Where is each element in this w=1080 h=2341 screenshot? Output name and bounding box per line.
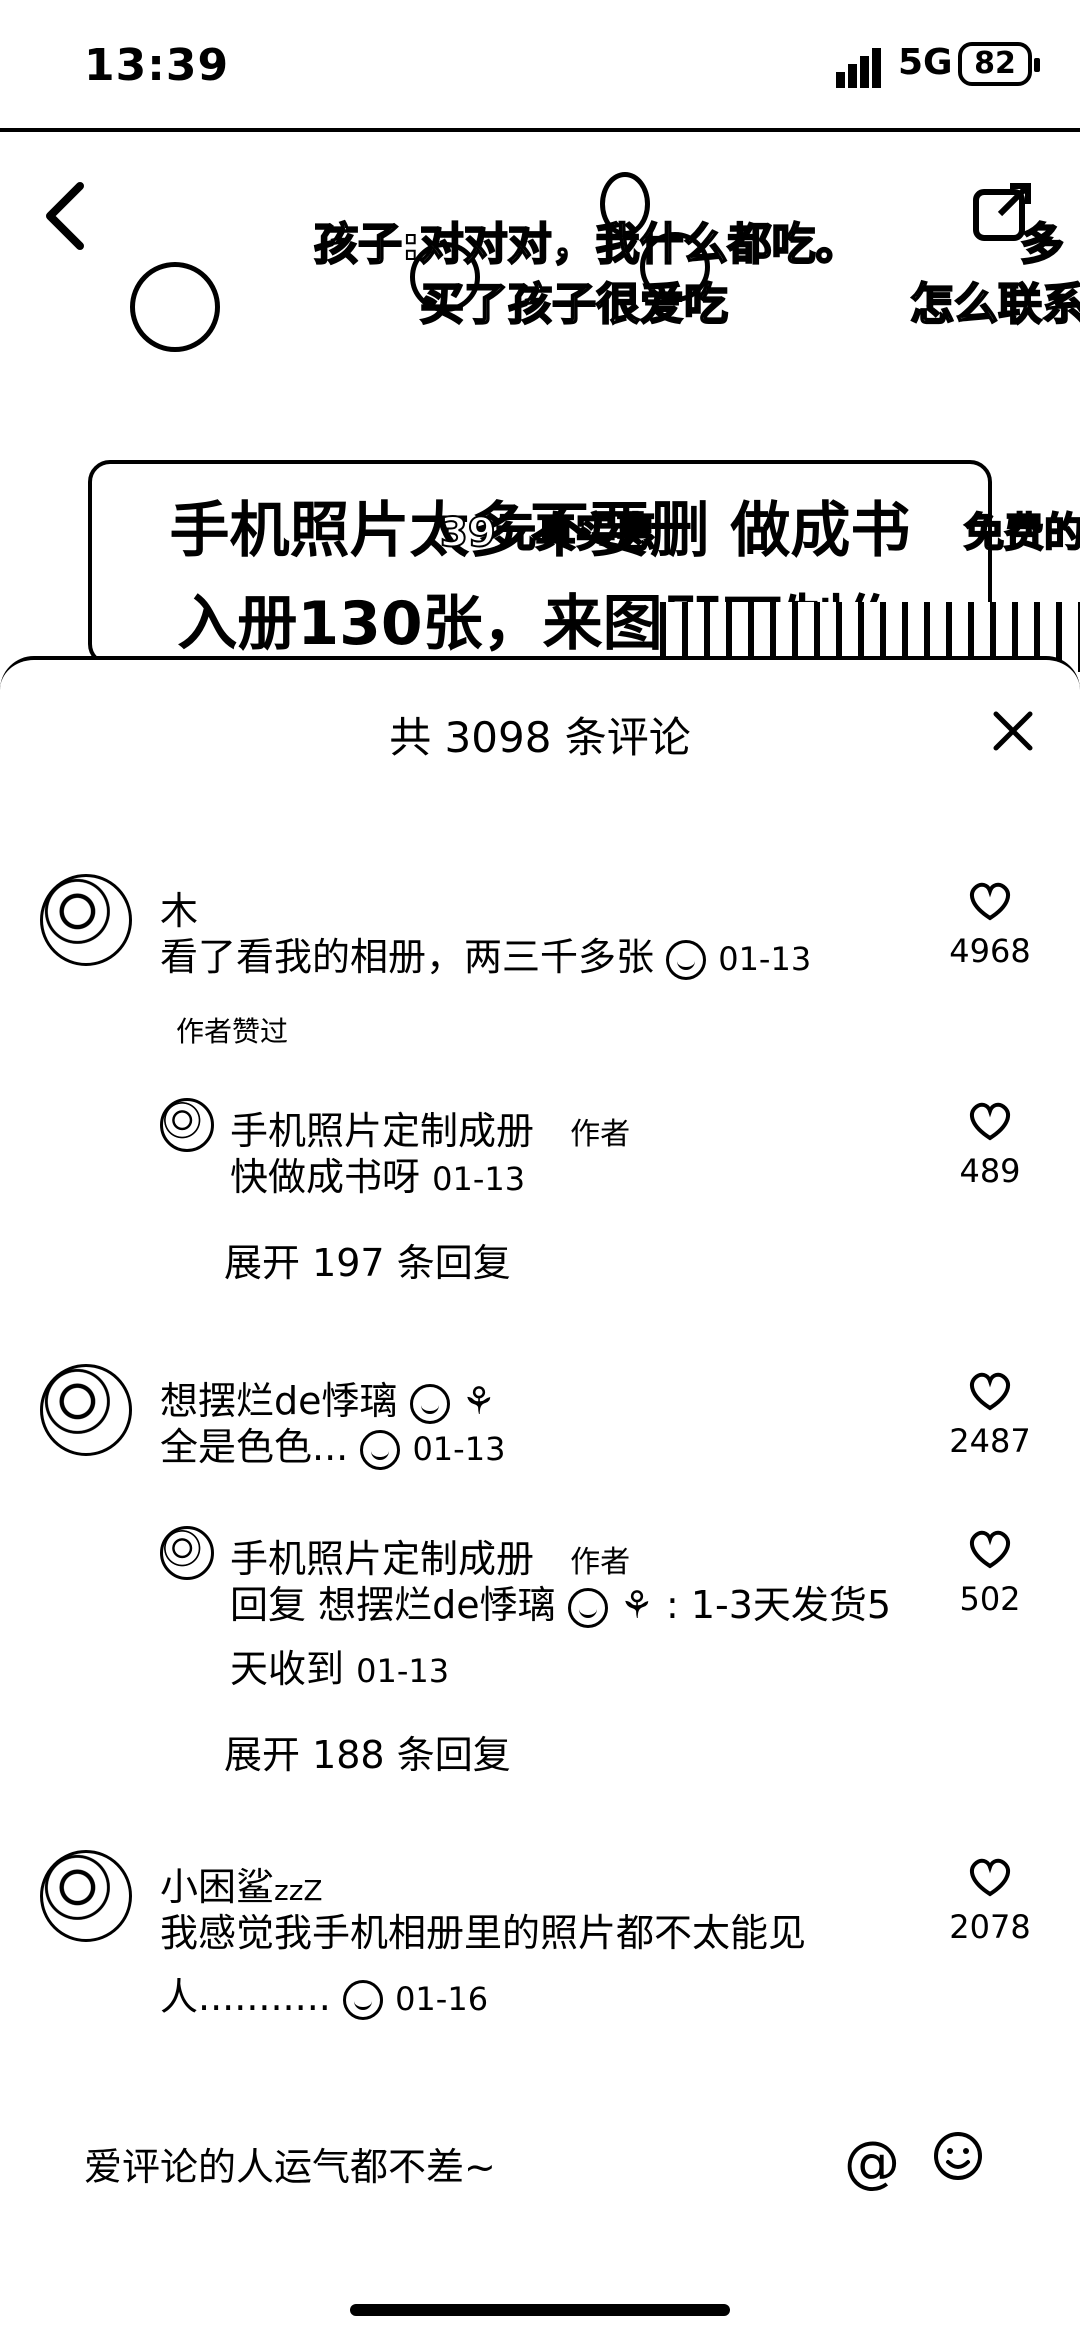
comment-body: 看了看我的相册，两三千多张	[160, 935, 655, 979]
emoji-icon	[567, 1587, 608, 1628]
danmaku-text: 孩子:对对对，我什么都吃。	[313, 218, 861, 271]
like-count: 4968	[949, 932, 1031, 970]
heart-icon	[970, 1858, 1010, 1897]
expand-replies-link[interactable]: 展开 188 条回复	[224, 1724, 511, 1779]
like-button[interactable]: 2487	[930, 1370, 1050, 1460]
comments-count-title: 共 3098 条评论	[389, 713, 691, 762]
reply-date: 01-13	[432, 1160, 526, 1198]
comment-input-bar[interactable]: 爱评论的人运气都不差~ @	[0, 2090, 1080, 2337]
danmaku-text: 买了孩子很爱吃	[419, 278, 729, 331]
author-badge: 作者	[570, 1117, 631, 1152]
heart-icon	[970, 1530, 1010, 1569]
back-icon[interactable]	[36, 176, 96, 256]
at-mention-icon[interactable]: @	[844, 2130, 900, 2195]
reply-mention: 回复 想摆烂de悸璃	[230, 1583, 556, 1627]
like-button[interactable]: 502	[930, 1528, 1050, 1618]
comment-text[interactable]: 看了看我的相册，两三千多张 01-13	[160, 924, 811, 992]
heart-icon	[970, 882, 1010, 921]
danmaku-text: 多	[1019, 218, 1065, 271]
avatar[interactable]	[160, 1526, 214, 1580]
comment-text-line-2[interactable]: 人........... 01-16	[160, 1964, 488, 2032]
comment-body-2: 人...........	[160, 1975, 331, 2019]
decor-egg	[130, 262, 220, 352]
heart-icon	[970, 1372, 1010, 1411]
like-count: 489	[959, 1152, 1021, 1190]
like-button[interactable]: 2078	[930, 1856, 1050, 1946]
comment-text[interactable]: 我感觉我手机相册里的照片都不太能见	[160, 1900, 806, 1966]
flower-icon: ⚘	[619, 1583, 654, 1627]
status-bar: 13:39 5G 82	[0, 0, 1080, 132]
danmaku-text: 免费的	[963, 509, 1080, 557]
reply-body-2: 天收到	[230, 1647, 345, 1691]
danmaku-text: 怎么联系	[909, 278, 1080, 331]
emoji-icon	[666, 939, 707, 980]
comments-sheet: 共 3098 条评论 木 看了看我的相册，两三千多张 01-13 作者赞过 49…	[0, 656, 1080, 2341]
comment-date: 01-13	[412, 1430, 506, 1468]
network-type: 5G	[898, 42, 953, 83]
emoji-icon	[342, 1979, 383, 2020]
avatar[interactable]	[160, 1098, 214, 1152]
reply-text[interactable]: 快做成书呀 01-13	[230, 1144, 525, 1212]
expand-replies-link[interactable]: 展开 197 条回复	[224, 1232, 511, 1287]
comment-date: 01-13	[718, 940, 812, 978]
battery-icon: 82	[958, 42, 1040, 86]
avatar[interactable]	[40, 1364, 132, 1456]
avatar[interactable]	[40, 1850, 132, 1942]
reply-body: 快做成书呀	[230, 1155, 421, 1199]
danmaku-text: 39元真实惠	[439, 509, 657, 557]
like-button[interactable]: 489	[930, 1100, 1050, 1190]
author-liked-tag: 作者赞过	[176, 1015, 289, 1048]
like-count: 2487	[949, 1422, 1031, 1460]
status-time: 13:39	[84, 40, 230, 91]
reply-date: 01-13	[356, 1652, 450, 1690]
comment-body: 全是色色...	[160, 1425, 349, 1469]
comment-text[interactable]: 全是色色... 01-13	[160, 1414, 505, 1482]
reply-body: : 1-3天发货5	[665, 1583, 892, 1627]
reply-text-line-2[interactable]: 天收到 01-13	[230, 1636, 449, 1704]
reply-text[interactable]: 回复 想摆烂de悸璃 ⚘ : 1-3天发货5	[230, 1572, 891, 1638]
close-icon[interactable]	[990, 708, 1036, 754]
comment-input-placeholder[interactable]: 爱评论的人运气都不差~	[84, 2136, 496, 2191]
signal-icon	[836, 48, 881, 88]
video-preview[interactable]: 孩子:对对对，我什么都吃。 多 买了孩子很爱吃 怎么联系 手机照片太多不要删 做…	[0, 132, 1080, 672]
like-button[interactable]: 4968	[930, 880, 1050, 970]
home-indicator[interactable]	[350, 2304, 730, 2316]
comment-date: 01-16	[395, 1980, 489, 2018]
like-count: 2078	[949, 1908, 1031, 1946]
like-count: 502	[959, 1580, 1021, 1618]
emoji-icon	[360, 1429, 401, 1470]
heart-icon	[970, 1102, 1010, 1141]
emoji-picker-icon[interactable]	[932, 2130, 984, 2182]
avatar[interactable]	[40, 874, 132, 966]
